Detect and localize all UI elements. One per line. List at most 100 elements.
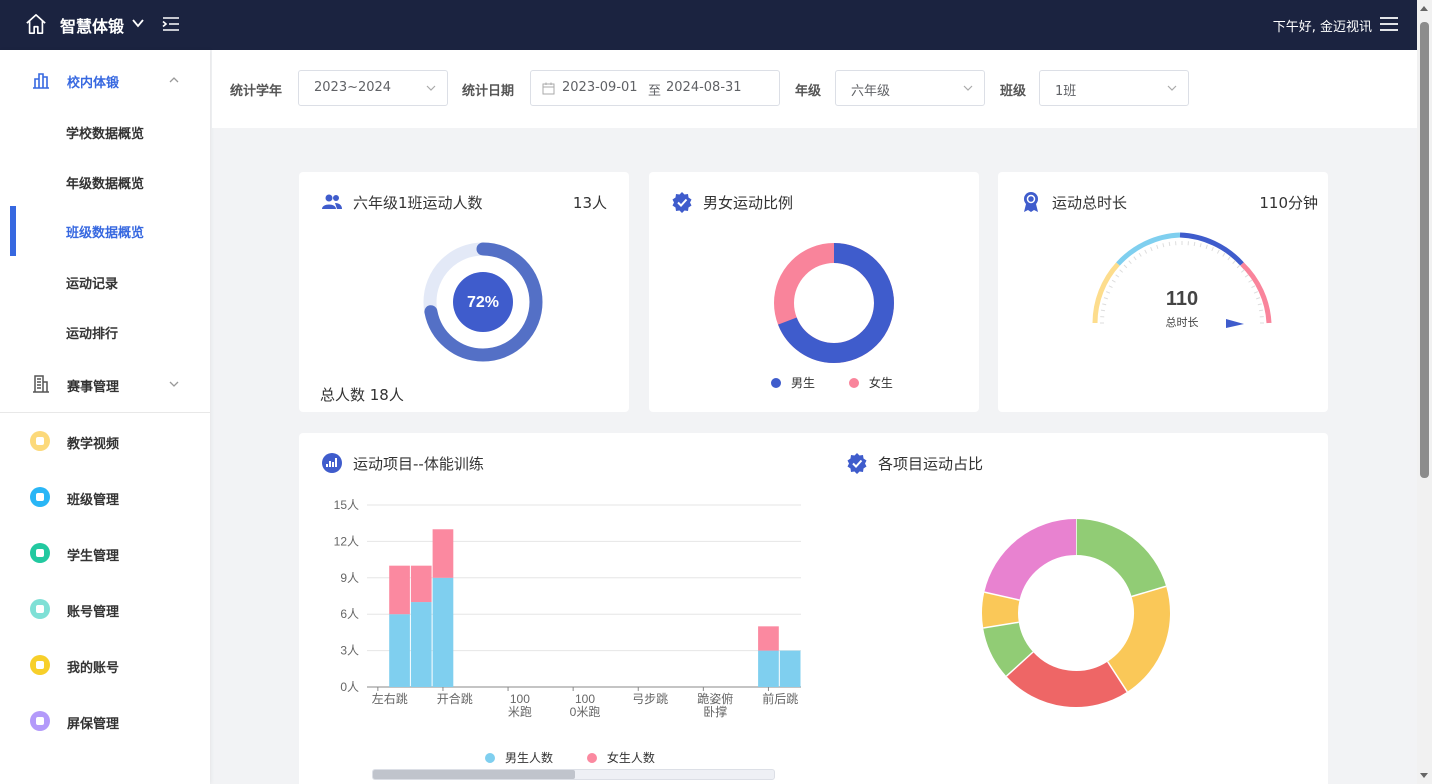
sidebar-item-screensaver[interactable]: 屏保管理	[0, 693, 210, 749]
sidebar-item-teaching-video[interactable]: 教学视频	[0, 413, 210, 469]
bar-girls[interactable]	[432, 529, 454, 578]
grade-select[interactable]: 六年级	[835, 70, 985, 106]
bar-legend: 男生人数 女生人数	[485, 749, 655, 766]
y-tick-label: 0人	[340, 680, 359, 694]
x-tick-label: 100 0米跑	[570, 692, 601, 719]
home-icon[interactable]	[25, 13, 47, 35]
bar-boys[interactable]	[779, 650, 801, 687]
x-tick-label: 左右跳	[372, 691, 408, 706]
top-navbar: 智慧体锻 下午好, 金迈视讯	[0, 0, 1432, 50]
card-title: 男女运动比例	[703, 194, 794, 212]
hamburger-menu-icon[interactable]	[1380, 16, 1398, 32]
card-title: 运动项目--体能训练	[353, 455, 484, 473]
date-end[interactable]: 2024-08-31	[666, 80, 742, 95]
sidebar-item-exercise-ranking[interactable]: 运动排行	[0, 307, 210, 357]
donut-slice[interactable]	[982, 592, 1020, 628]
sidebar-item-exercise-records[interactable]: 运动记录	[0, 257, 210, 307]
datazoom-handle[interactable]	[373, 770, 575, 779]
class-select[interactable]: 1班	[1039, 70, 1189, 106]
award-medal-icon	[1024, 192, 1038, 212]
sidebar-item-my-account[interactable]: 我的账号	[0, 637, 210, 693]
donut-slice[interactable]	[983, 621, 1034, 677]
sidebar-item-label: 运动排行	[66, 327, 119, 342]
date-range-picker[interactable]: 2023-09-01 至 2024-08-31	[530, 70, 780, 106]
sidebar-item-account-management[interactable]: 账号管理	[0, 581, 210, 637]
bar-girls[interactable]	[389, 565, 410, 615]
year-label: 统计学年	[230, 84, 283, 99]
page-scrollbar[interactable]	[1417, 0, 1432, 784]
card-title: 六年级1班运动人数	[353, 194, 483, 212]
class-label: 班级	[1000, 84, 1027, 99]
legend-male[interactable]: 男生	[771, 376, 815, 390]
gauge-pointer	[1226, 319, 1244, 328]
bar-boys[interactable]	[432, 577, 454, 687]
participation-percent: 72%	[467, 294, 499, 311]
legend-girls[interactable]: 女生人数	[586, 751, 655, 765]
legend-female[interactable]: 女生	[848, 376, 893, 390]
user-icon	[30, 599, 50, 619]
bar-girls[interactable]	[410, 565, 432, 603]
gauge-label: 总时长	[1166, 315, 1199, 329]
project-share-donut	[982, 519, 1170, 707]
y-tick-label: 3人	[340, 644, 359, 658]
projects-bar-chart: 0人 3人 6人 9人 12人 15人左右跳 开合跳 100 米跑 100 0米跑 弓步跳 跪姿俯卧撑 前…	[334, 498, 801, 719]
scrollbar-thumb[interactable]	[1420, 22, 1429, 478]
y-tick-label: 12人	[334, 534, 359, 548]
sidebar-item-class-management[interactable]: 班级管理	[0, 469, 210, 525]
donut-slice[interactable]	[1107, 586, 1170, 692]
x-tick-label: 开合跳	[437, 691, 473, 706]
building-chart-icon	[33, 73, 49, 89]
donut-slice[interactable]	[984, 519, 1077, 601]
sidebar-item-label: 运动记录	[66, 277, 119, 292]
sidebar-item-label: 我的账号	[67, 661, 120, 676]
bar-boys[interactable]	[410, 602, 432, 687]
bar-boys[interactable]	[758, 650, 779, 687]
scroll-down-arrow[interactable]	[1420, 773, 1428, 778]
y-tick-label: 15人	[334, 498, 359, 512]
sidebar-toggle-icon[interactable]	[162, 16, 180, 32]
sidebar-item-grade-overview[interactable]: 年级数据概览	[0, 157, 210, 207]
sidebar-item-school-overview[interactable]: 学校数据概览	[0, 107, 210, 157]
duration-gauge: 110 总时长	[1092, 232, 1272, 329]
sidebar-item-label: 班级数据概览	[66, 226, 145, 241]
bar-girls[interactable]	[758, 626, 779, 651]
class-board-icon	[30, 487, 50, 507]
date-start[interactable]: 2023-09-01	[562, 80, 638, 95]
grade-label: 年级	[795, 84, 822, 99]
datazoom-slider[interactable]	[372, 769, 775, 780]
lock-icon	[30, 655, 50, 675]
x-tick-label: 前后跳	[762, 691, 798, 706]
users-icon	[322, 194, 342, 209]
year-select[interactable]: 2023~2024	[298, 70, 448, 106]
gauge-value: 110	[1166, 288, 1198, 310]
chevron-down-icon[interactable]	[131, 16, 145, 30]
grade-select-value: 六年级	[851, 84, 891, 99]
badge-check-icon	[672, 192, 692, 213]
sidebar: 校内体锻 学校数据概览 年级数据概览 班级数据概览 运动记录 运动排行 赛事管理…	[0, 50, 210, 784]
gender-ratio-card: 男女运动比例 男生 女生	[649, 172, 979, 412]
gender-legend: 男生 女生	[771, 374, 893, 391]
participant-count: 13人	[572, 194, 607, 212]
user-greeting[interactable]: 下午好, 金迈视讯	[1273, 16, 1372, 35]
sidebar-item-class-overview[interactable]: 班级数据概览	[0, 206, 210, 256]
book-icon	[30, 543, 50, 563]
duration-card: 运动总时长 110分钟 110 总时长	[998, 172, 1328, 412]
date-separator: 至	[648, 84, 662, 99]
donut-slice[interactable]	[1075, 519, 1167, 598]
projects-card: 运动项目--体能训练 0人 3人 6人 9人 12人 15人 左右跳 开合跳 100 米跑 100 0…	[299, 433, 1328, 784]
sidebar-group-events[interactable]: 赛事管理	[0, 356, 210, 412]
filter-bar: 统计学年 2023~2024 统计日期 2023-09-01 至 2024-08…	[212, 50, 1417, 128]
scroll-up-arrow[interactable]	[1420, 6, 1428, 11]
sidebar-item-student-management[interactable]: 学生管理	[0, 525, 210, 581]
chevron-down-icon	[169, 381, 179, 387]
bar-boys[interactable]	[389, 614, 410, 687]
legend-boys[interactable]: 男生人数	[485, 751, 553, 765]
donut-slice[interactable]	[1006, 651, 1128, 707]
sidebar-group-label: 校内体锻	[67, 76, 120, 91]
sidebar-item-label: 教学视频	[67, 437, 120, 452]
brand-title[interactable]: 智慧体锻	[60, 13, 124, 37]
chevron-down-icon	[1167, 85, 1177, 91]
chart-circle-icon	[322, 453, 342, 473]
sidebar-group-campus[interactable]: 校内体锻	[0, 52, 210, 108]
sidebar-item-label: 学生管理	[67, 549, 120, 564]
